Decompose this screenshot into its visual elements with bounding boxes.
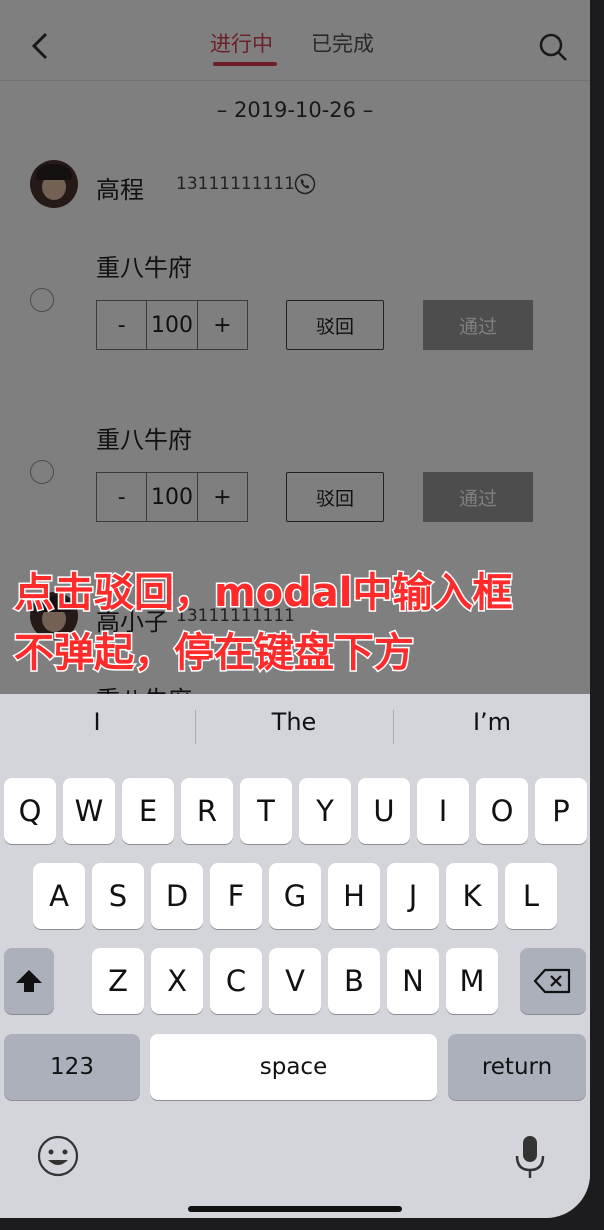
approve-button[interactable]: 通过 xyxy=(423,300,533,350)
on-screen-keyboard: I The I’m QWERTYUIOP ASDFGHJKL ZXCVBNM 1… xyxy=(0,694,590,1218)
increment-button[interactable]: + xyxy=(198,301,247,349)
key-a[interactable]: A xyxy=(33,863,85,929)
annotation-line-2: 不弹起，停在键盘下方 xyxy=(13,629,416,678)
shop-name: 重八牛府 xyxy=(96,254,192,282)
quantity-stepper: - 100 + xyxy=(96,300,248,350)
select-radio[interactable] xyxy=(30,288,54,312)
key-z[interactable]: Z xyxy=(92,948,144,1014)
numbers-key[interactable]: 123 xyxy=(4,1034,140,1100)
key-p[interactable]: P xyxy=(535,778,587,844)
top-nav-bar: 进行中 已完成 xyxy=(0,0,590,81)
return-key[interactable]: return xyxy=(448,1034,586,1100)
suggestion-2[interactable]: The xyxy=(199,708,389,736)
back-arrow-icon[interactable] xyxy=(26,28,54,64)
backspace-key[interactable] xyxy=(520,948,586,1014)
key-i[interactable]: I xyxy=(417,778,469,844)
home-indicator xyxy=(188,1206,402,1212)
key-v[interactable]: V xyxy=(269,948,321,1014)
key-l[interactable]: L xyxy=(505,863,557,929)
increment-button[interactable]: + xyxy=(198,473,247,521)
select-radio[interactable] xyxy=(30,460,54,484)
emoji-icon[interactable] xyxy=(36,1134,80,1178)
key-b[interactable]: B xyxy=(328,948,380,1014)
key-c[interactable]: C xyxy=(210,948,262,1014)
tab-in-progress[interactable]: 进行中 xyxy=(210,28,273,58)
customer-phone: 13111111111 xyxy=(176,174,295,194)
avatar xyxy=(30,160,78,208)
key-q[interactable]: Q xyxy=(4,778,56,844)
shift-key[interactable] xyxy=(4,948,54,1014)
approve-button[interactable]: 通过 xyxy=(423,472,533,522)
reject-button[interactable]: 驳回 xyxy=(286,472,384,522)
key-u[interactable]: U xyxy=(358,778,410,844)
backspace-icon xyxy=(533,968,571,994)
decrement-button[interactable]: - xyxy=(97,473,146,521)
date-separator: – 2019-10-26 – xyxy=(216,98,374,122)
key-g[interactable]: G xyxy=(269,863,321,929)
key-t[interactable]: T xyxy=(240,778,292,844)
customer-name: 高程 xyxy=(96,176,144,204)
key-n[interactable]: N xyxy=(387,948,439,1014)
key-r[interactable]: R xyxy=(181,778,233,844)
key-h[interactable]: H xyxy=(328,863,380,929)
key-m[interactable]: M xyxy=(446,948,498,1014)
decrement-button[interactable]: - xyxy=(97,301,146,349)
space-key[interactable]: space xyxy=(150,1034,437,1100)
tab-completed[interactable]: 已完成 xyxy=(311,28,374,58)
search-icon[interactable] xyxy=(538,32,568,62)
key-s[interactable]: S xyxy=(92,863,144,929)
key-x[interactable]: X xyxy=(151,948,203,1014)
reject-button[interactable]: 驳回 xyxy=(286,300,384,350)
key-w[interactable]: W xyxy=(63,778,115,844)
app-screen: 进行中 已完成 – 2019-10-26 – 高程 13111111111 重八… xyxy=(0,0,590,1218)
shop-name: 重八牛府 xyxy=(96,426,192,454)
suggestion-3[interactable]: I’m xyxy=(397,708,587,736)
phone-icon[interactable] xyxy=(294,173,316,195)
microphone-icon[interactable] xyxy=(512,1134,548,1182)
shift-arrow-icon xyxy=(16,970,42,992)
quantity-stepper: - 100 + xyxy=(96,472,248,522)
key-d[interactable]: D xyxy=(151,863,203,929)
annotation-line-1: 点击驳回，modal中输入框 xyxy=(13,569,514,618)
quantity-input[interactable]: 100 xyxy=(146,473,198,521)
key-y[interactable]: Y xyxy=(299,778,351,844)
key-j[interactable]: J xyxy=(387,863,439,929)
suggestion-divider xyxy=(393,710,394,744)
suggestion-divider xyxy=(195,710,196,744)
quantity-input[interactable]: 100 xyxy=(146,301,198,349)
key-o[interactable]: O xyxy=(476,778,528,844)
key-e[interactable]: E xyxy=(122,778,174,844)
key-k[interactable]: K xyxy=(446,863,498,929)
active-tab-indicator xyxy=(213,62,277,66)
key-f[interactable]: F xyxy=(210,863,262,929)
suggestion-1[interactable]: I xyxy=(2,708,192,736)
